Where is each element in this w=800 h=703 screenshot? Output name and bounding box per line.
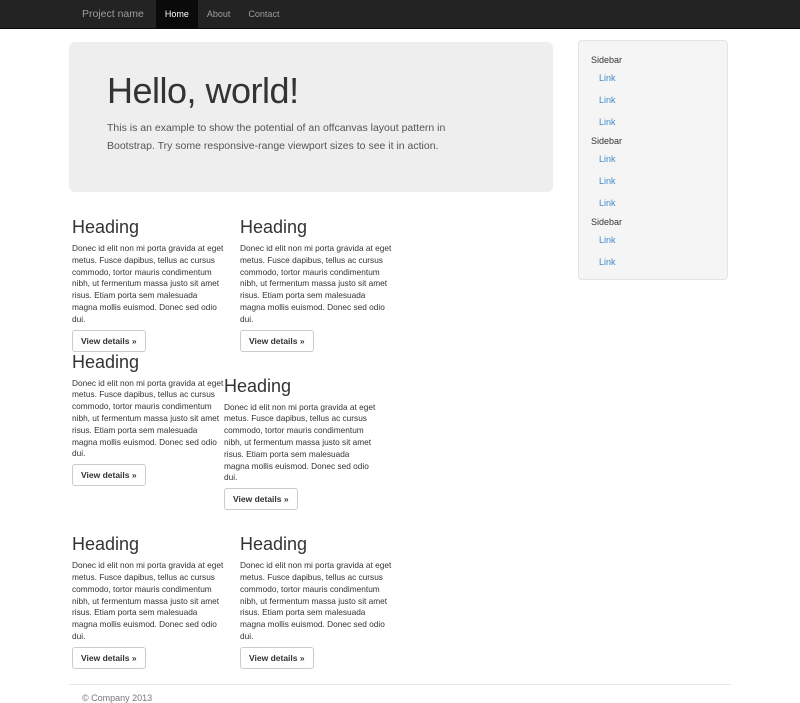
view-details-button[interactable]: View details » bbox=[240, 330, 314, 352]
sidebar-group: Sidebar LinkLinkLink bbox=[579, 133, 727, 214]
content-card: Heading Donec id elit non mi porta gravi… bbox=[240, 534, 392, 669]
jumbotron: Hello, world! This is an example to show… bbox=[69, 42, 553, 192]
sidebar-link[interactable]: Link bbox=[579, 148, 727, 170]
card-heading: Heading bbox=[72, 534, 224, 554]
view-details-button[interactable]: View details » bbox=[224, 488, 298, 510]
view-details-button[interactable]: View details » bbox=[72, 330, 146, 352]
navbar-link[interactable]: About bbox=[198, 0, 240, 28]
main-row: Hello, world! This is an example to show… bbox=[69, 42, 731, 669]
card-heading: Heading bbox=[240, 217, 392, 237]
card-heading: Heading bbox=[224, 376, 376, 396]
sidebar-link[interactable]: Link bbox=[579, 67, 727, 89]
view-details-button[interactable]: View details » bbox=[72, 464, 146, 486]
sidebar-link[interactable]: Link bbox=[579, 251, 727, 273]
sidebar-group-label: Sidebar bbox=[579, 52, 727, 67]
card-body-text: Donec id elit non mi porta gravida at eg… bbox=[240, 243, 392, 326]
navbar-item: About bbox=[198, 0, 240, 28]
navbar-item: Home bbox=[156, 0, 198, 28]
navbar-link[interactable]: Home bbox=[156, 0, 198, 28]
sidebar-group-label: Sidebar bbox=[579, 214, 727, 229]
card-body-text: Donec id elit non mi porta gravida at eg… bbox=[240, 560, 392, 643]
main-column: Hello, world! This is an example to show… bbox=[69, 42, 559, 669]
sidebar-link[interactable]: Link bbox=[579, 192, 727, 214]
card-body-text: Donec id elit non mi porta gravida at eg… bbox=[72, 560, 224, 643]
content-card: Heading Donec id elit non mi porta gravi… bbox=[72, 352, 224, 511]
card-body-text: Donec id elit non mi porta gravida at eg… bbox=[224, 402, 376, 485]
jumbotron-description-line: This is an example to show the potential… bbox=[107, 119, 515, 137]
footer-divider bbox=[69, 684, 731, 685]
navbar-link[interactable]: Contact bbox=[239, 0, 288, 28]
sidebar-group: Sidebar LinkLink bbox=[579, 214, 727, 273]
content-card: Heading Donec id elit non mi porta gravi… bbox=[240, 217, 392, 352]
sidebar-link[interactable]: Link bbox=[579, 170, 727, 192]
navbar-inner: Project name Home About Contact bbox=[69, 0, 731, 28]
page-title: Hello, world! bbox=[107, 72, 515, 110]
card-heading: Heading bbox=[72, 217, 224, 237]
navbar-menu: Home About Contact bbox=[156, 0, 289, 28]
sidebar-link[interactable]: Link bbox=[579, 111, 727, 133]
sidebar-group: Sidebar LinkLinkLink bbox=[579, 52, 727, 133]
content-cards-grid: Heading Donec id elit non mi porta gravi… bbox=[69, 217, 559, 669]
jumbotron-description-line: Bootstrap. Try some responsive-range vie… bbox=[107, 137, 515, 155]
content-card: Heading Donec id elit non mi porta gravi… bbox=[224, 376, 376, 511]
top-navbar: Project name Home About Contact bbox=[0, 0, 800, 29]
sidebar-link[interactable]: Link bbox=[579, 89, 727, 111]
sidebar-link[interactable]: Link bbox=[579, 229, 727, 251]
card-heading: Heading bbox=[72, 352, 224, 372]
view-details-button[interactable]: View details » bbox=[72, 647, 146, 669]
view-details-button[interactable]: View details » bbox=[240, 647, 314, 669]
content-card: Heading Donec id elit non mi porta gravi… bbox=[72, 534, 224, 669]
navbar-item: Contact bbox=[239, 0, 288, 28]
sidebar: Sidebar LinkLinkLink Sidebar LinkLinkLin… bbox=[578, 40, 728, 280]
navbar-brand[interactable]: Project name bbox=[69, 0, 156, 28]
page-container: Hello, world! This is an example to show… bbox=[69, 42, 731, 703]
card-heading: Heading bbox=[240, 534, 392, 554]
card-body-text: Donec id elit non mi porta gravida at eg… bbox=[72, 243, 224, 326]
footer: © Company 2013 bbox=[69, 684, 731, 703]
content-card: Heading Donec id elit non mi porta gravi… bbox=[72, 217, 224, 352]
jumbotron-description: This is an example to show the potential… bbox=[107, 119, 515, 155]
sidebar-group-label: Sidebar bbox=[579, 133, 727, 148]
copyright-text: © Company 2013 bbox=[69, 693, 731, 703]
card-body-text: Donec id elit non mi porta gravida at eg… bbox=[72, 378, 224, 461]
